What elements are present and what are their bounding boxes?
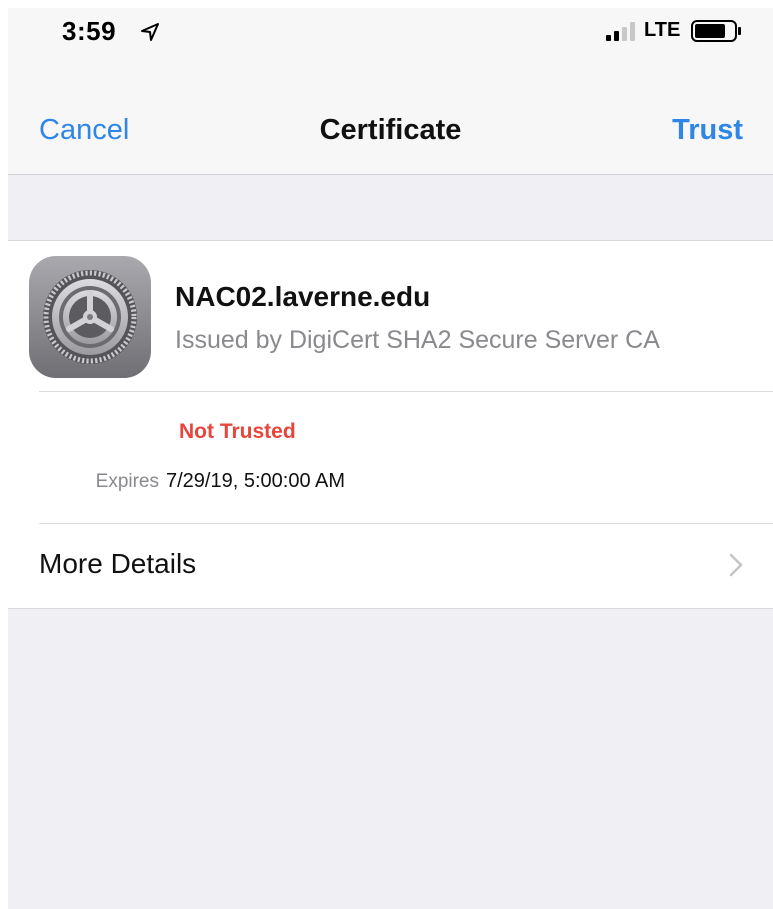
network-label: LTE bbox=[644, 19, 681, 41]
more-details-row[interactable]: More Details bbox=[8, 524, 773, 608]
trust-status-label: Not Trusted bbox=[179, 420, 296, 443]
status-time: 3:59 bbox=[62, 16, 117, 46]
battery-icon bbox=[691, 19, 743, 43]
signal-icon bbox=[604, 20, 640, 42]
certificate-screen: 3:59 LTE Cancel Certificate Trust NAC02.… bbox=[8, 8, 773, 909]
navigation-bar: Cancel Certificate Trust bbox=[8, 92, 773, 175]
more-details-label: More Details bbox=[39, 548, 197, 579]
status-bar: 3:59 LTE bbox=[8, 8, 773, 92]
expires-label: Expires bbox=[95, 471, 159, 492]
trust-button[interactable]: Trust bbox=[672, 114, 743, 147]
divider bbox=[39, 391, 773, 392]
certificate-issuer: Issued by DigiCert SHA2 Secure Server CA bbox=[175, 326, 660, 354]
location-arrow-icon bbox=[140, 22, 160, 42]
certificate-card: NAC02.laverne.edu Issued by DigiCert SHA… bbox=[8, 240, 773, 609]
page-title: Certificate bbox=[319, 114, 462, 146]
certificate-name: NAC02.laverne.edu bbox=[175, 281, 431, 312]
expires-value: 7/29/19, 5:00:00 AM bbox=[166, 470, 346, 492]
chevron-right-icon bbox=[729, 553, 743, 577]
settings-gear-icon bbox=[29, 256, 151, 378]
